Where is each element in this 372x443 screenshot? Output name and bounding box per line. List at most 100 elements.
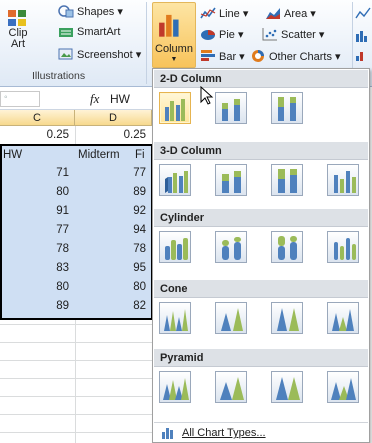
line-chart-button[interactable]: Line ▾ (200, 6, 248, 20)
stacked-pyramid-icon (220, 377, 244, 400)
cell-midterm[interactable]: 78 (75, 240, 152, 258)
name-box[interactable]: ◦ (0, 91, 40, 107)
formula-value[interactable]: HW (110, 92, 130, 106)
chart-stacked-pyramid[interactable] (215, 371, 247, 403)
stacked-100-column-icon (278, 97, 296, 121)
clustered-pyramid-icon (163, 378, 189, 400)
cell-hw[interactable]: 80 (0, 278, 75, 296)
clip-art-label-2: Art (10, 38, 26, 50)
column-header-d[interactable]: D (75, 110, 152, 126)
area-chart-button[interactable]: Area ▾ (265, 6, 316, 20)
cell-midterm-header[interactable]: Midterm (75, 146, 135, 164)
3d-cylinder-icon (334, 238, 356, 260)
clustered-cylinder-icon (165, 238, 188, 260)
cell-hw[interactable]: 77 (0, 221, 75, 239)
cell-hw[interactable]: 91 (0, 202, 75, 220)
section-3d-column: 3-D Column (154, 142, 368, 160)
stacked-cone-icon (221, 308, 243, 331)
chart-3d-cylinder[interactable] (327, 231, 359, 263)
shapes-icon (58, 5, 74, 18)
clip-art-button[interactable]: Clip Art (4, 8, 32, 50)
gridline (0, 342, 152, 343)
chart-clustered-pyramid[interactable] (159, 371, 191, 403)
pie-chart-icon (201, 30, 215, 40)
chart-clustered-cone[interactable] (159, 302, 191, 334)
formula-bar: ◦ fx HW (0, 88, 152, 110)
3d-column-icon (334, 171, 356, 193)
illustrations-group-label: Illustrations (32, 70, 86, 82)
3d-cone-icon (332, 309, 354, 331)
column-header-c[interactable]: C (0, 110, 75, 126)
cell-midterm[interactable]: 92 (75, 202, 152, 220)
pie-chart-button[interactable]: Pie ▾ (200, 27, 243, 41)
section-2d-column: 2-D Column (154, 70, 368, 88)
column-chart-button[interactable]: Column ▼ (152, 2, 196, 68)
column-chart-gallery: 2-D Column 3-D Column Cylinder Cone Pyra… (152, 68, 370, 443)
clustered-column-icon (165, 99, 185, 121)
section-cone: Cone (154, 280, 368, 298)
chart-clustered-column[interactable] (159, 92, 191, 124)
chart-3d-column[interactable] (327, 164, 359, 196)
cell-midterm[interactable]: 80 (75, 278, 152, 296)
gridline (0, 324, 152, 325)
chart-3d-clustered-column[interactable] (159, 164, 191, 196)
chart-100-stacked-cone[interactable] (271, 302, 303, 334)
chart-3d-pyramid[interactable] (327, 371, 359, 403)
all-chart-types-label: All Chart Types... (182, 427, 266, 439)
scatter-chart-button[interactable]: Scatter ▾ (262, 27, 324, 41)
cell-hw-header[interactable]: HW (0, 146, 75, 164)
cell-midterm[interactable]: 94 (75, 221, 152, 239)
cell-c-weight[interactable]: 0.25 (0, 126, 75, 144)
chart-100-stacked-column[interactable] (271, 92, 303, 124)
bar-chart-label: Bar ▾ (219, 50, 245, 63)
3d-pyramid-icon (331, 378, 356, 400)
chart-100-stacked-pyramid[interactable] (271, 371, 303, 403)
cell-hw[interactable]: 78 (0, 240, 75, 258)
chart-3d-cone[interactable] (327, 302, 359, 334)
shapes-button[interactable]: Shapes ▾ (58, 4, 123, 18)
chart-stacked-cone[interactable] (215, 302, 247, 334)
cell-hw[interactable]: 89 (0, 297, 75, 315)
smartart-button[interactable]: SmartArt (58, 25, 120, 39)
fx-icon[interactable]: fx (90, 91, 99, 107)
chart-3d-100-stacked-column[interactable] (271, 164, 303, 196)
section-cylinder: Cylinder (154, 209, 368, 227)
cell-hw[interactable]: 83 (0, 259, 75, 277)
chart-100-stacked-cylinder[interactable] (271, 231, 303, 263)
gridline (0, 414, 152, 415)
3d-100-stacked-column-icon (278, 169, 297, 193)
stacked-100-cylinder-icon (278, 236, 297, 260)
cell-hw[interactable]: 71 (0, 164, 75, 182)
all-chart-types-button[interactable]: All Chart Types... (154, 422, 368, 442)
chart-clustered-cylinder[interactable] (159, 231, 191, 263)
line-chart-label: Line ▾ (219, 7, 249, 20)
area-chart-label: Area ▾ (284, 7, 316, 20)
chart-stacked-column[interactable] (215, 92, 247, 124)
pie-chart-label: Pie ▾ (219, 28, 244, 41)
bar-chart-button[interactable]: Bar ▾ (200, 49, 245, 63)
3d-clustered-column-icon (165, 171, 188, 193)
gridline (0, 432, 152, 433)
cell-midterm[interactable]: 89 (75, 183, 152, 201)
clip-art-icon (8, 10, 26, 26)
cell-midterm[interactable]: 95 (75, 259, 152, 277)
chart-3d-stacked-column[interactable] (215, 164, 247, 196)
cell-hw[interactable]: 80 (0, 183, 75, 201)
chart-stacked-cylinder[interactable] (215, 231, 247, 263)
cell-midterm[interactable]: 77 (75, 164, 152, 182)
column-chart-icon (159, 14, 179, 37)
line-chart-icon (200, 7, 216, 19)
screenshot-button[interactable]: Screenshot ▾ (58, 47, 141, 61)
cell-final-header[interactable]: Fi (131, 146, 152, 164)
other-charts-button[interactable]: Other Charts ▾ (250, 49, 341, 63)
gridline (0, 360, 152, 361)
cell-d-weight[interactable]: 0.25 (75, 126, 152, 144)
sparklines-icon[interactable] (355, 6, 371, 66)
scatter-chart-label: Scatter ▾ (281, 28, 325, 41)
stacked-cylinder-icon (222, 237, 241, 260)
stacked-100-pyramid-icon (276, 377, 300, 400)
shapes-label: Shapes ▾ (77, 5, 123, 18)
cell-midterm[interactable]: 82 (75, 297, 152, 315)
gridline (0, 396, 152, 397)
screenshot-icon (58, 48, 73, 60)
